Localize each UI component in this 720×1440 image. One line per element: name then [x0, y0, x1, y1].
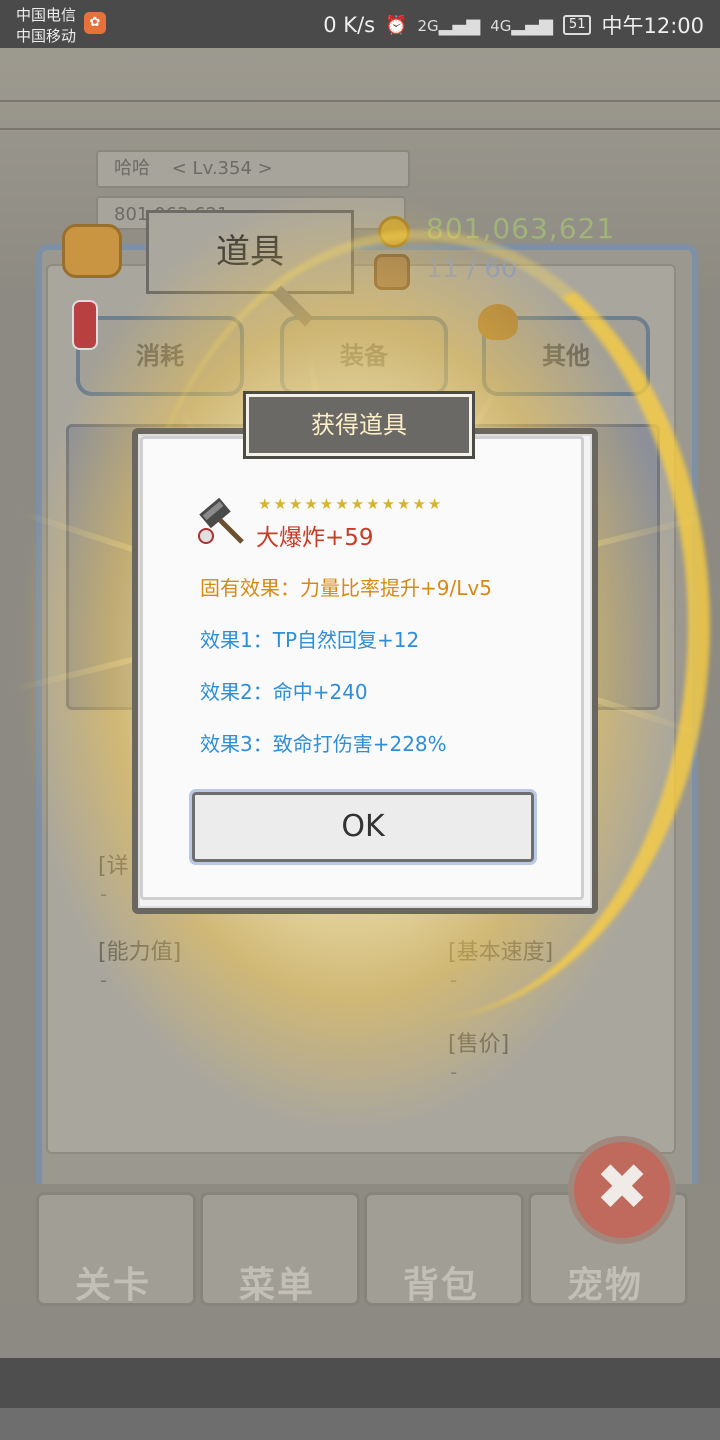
- tab-equipment[interactable]: 装备: [280, 316, 448, 396]
- close-icon[interactable]: ✖: [568, 1136, 676, 1244]
- speed-label: [基本速度]: [448, 940, 554, 965]
- coin-icon: [378, 216, 410, 248]
- wall-plank: [0, 100, 720, 102]
- slot-count: 11 / 60: [426, 254, 518, 284]
- clock: 中午12:00: [601, 14, 704, 38]
- tab-consumables[interactable]: 消耗: [76, 316, 244, 396]
- status-bar: 中国电信 中国移动 ✿ 0 K/s ⏰ 2G▂▄▆ 4G▂▄▆ 51 中午12:…: [0, 0, 720, 48]
- detail-value: -: [100, 882, 108, 906]
- ability-label: [能力值]: [98, 940, 182, 965]
- nav-stage-label: 关卡: [74, 1265, 151, 1306]
- effect-1: 效果1：TP自然回复+12: [200, 628, 420, 652]
- money-amount: 801,063,621: [426, 212, 616, 245]
- player-name: 哈哈: [114, 158, 150, 179]
- wall-plank: [0, 128, 720, 130]
- player-level: < Lv.354 >: [171, 158, 273, 179]
- alarm-icon: ⏰: [385, 14, 408, 36]
- hammer-icon: [198, 497, 244, 544]
- ability-value: -: [100, 968, 108, 992]
- inventory-title: 道具: [146, 210, 354, 294]
- nav-bag-label: 背包: [402, 1265, 479, 1306]
- nav-menu-label: 菜单: [238, 1265, 315, 1306]
- speed-value: -: [450, 968, 458, 992]
- app-notification-icon: ✿: [84, 12, 106, 34]
- signal-4g-icon: 4G▂▄▆: [490, 14, 553, 36]
- rarity-stars: ★★★★★★★★★★★★: [258, 495, 444, 513]
- potion-icon: [72, 300, 98, 350]
- status-right: 0 K/s ⏰ 2G▂▄▆ 4G▂▄▆ 51 中午12:00: [323, 10, 704, 40]
- detail-label: [详: [98, 854, 129, 879]
- net-speed: 0 K/s: [323, 13, 376, 37]
- price-value: -: [450, 1060, 458, 1084]
- nav-pet-label: 宠物: [566, 1265, 643, 1306]
- inherent-effect: 固有效果：力量比率提升+9/Lv5: [200, 576, 492, 600]
- price-label: [售价]: [448, 1032, 510, 1057]
- bag-icon: [374, 254, 410, 290]
- battery-icon: 51: [562, 15, 592, 35]
- effect-3: 效果3：致命打伤害+228%: [200, 732, 447, 756]
- item-name: 大爆炸+59: [256, 525, 374, 551]
- dialog-title: 获得道具: [243, 391, 475, 459]
- carrier-1: 中国电信: [16, 6, 77, 24]
- effect-2: 效果2：命中+240: [200, 680, 368, 704]
- pouch-icon: [62, 224, 122, 278]
- player-info: 哈哈 < Lv.354 >: [96, 150, 410, 188]
- carrier-2: 中国移动: [16, 27, 77, 45]
- android-nav-strip: [0, 1408, 720, 1440]
- signal-2g-icon: 2G▂▄▆: [417, 14, 481, 36]
- ok-button[interactable]: OK: [189, 789, 537, 865]
- sack-icon: [478, 304, 518, 340]
